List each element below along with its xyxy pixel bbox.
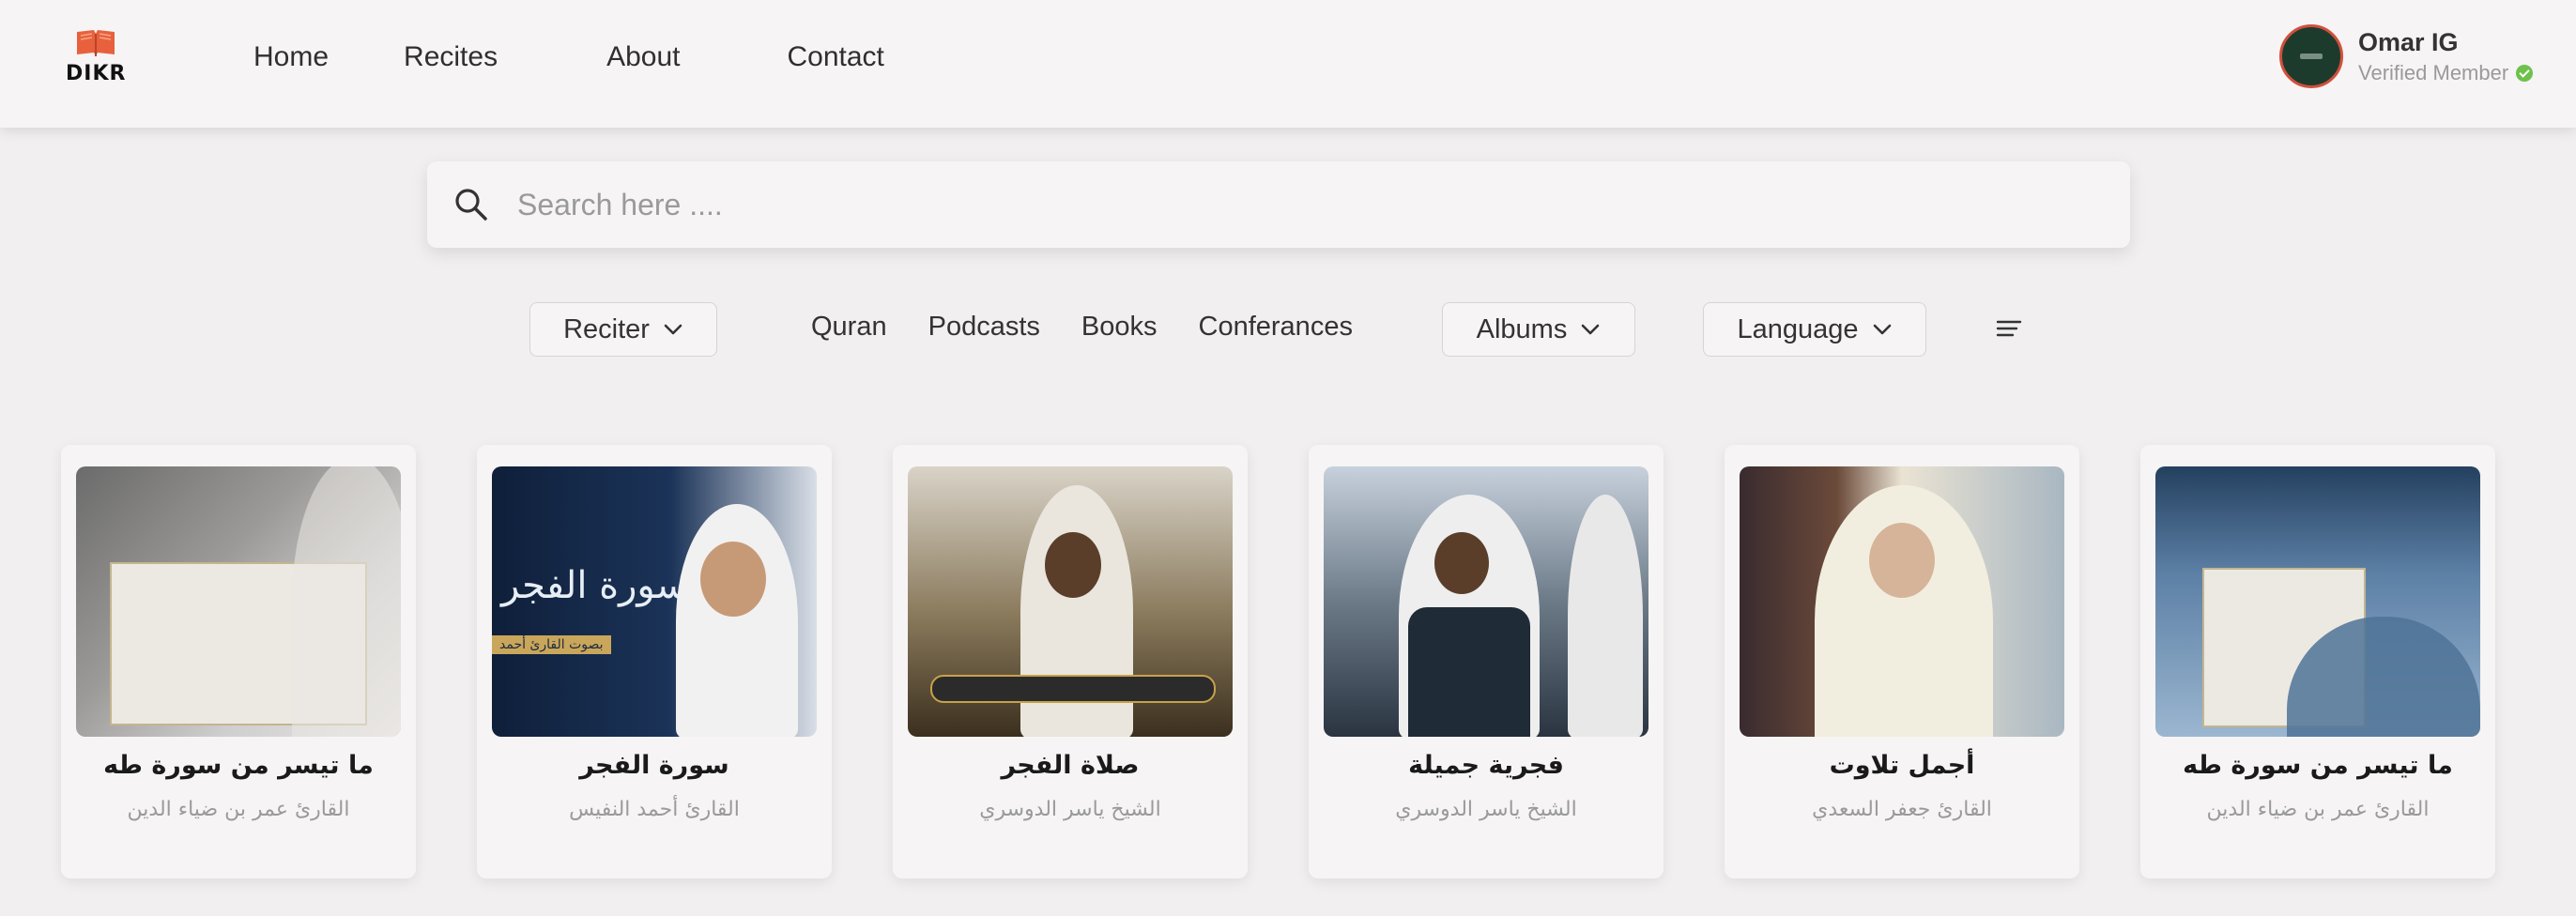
card-title: ما تيسر من سورة طه [2183, 751, 2453, 780]
recitation-card[interactable]: فجرية جميلة الشيخ ياسر الدوسري [1309, 445, 1664, 878]
category-books[interactable]: Books [1081, 312, 1158, 343]
card-title: أجمل تلاوت [1829, 751, 1975, 780]
reciter-dropdown-label: Reciter [563, 313, 650, 344]
logo-text: DIKR [66, 62, 127, 85]
card-thumbnail[interactable]: سورة الفجر بصوت القارئ أحمد [492, 466, 817, 737]
card-thumbnail[interactable] [908, 466, 1233, 737]
card-title: فجرية جميلة [1408, 751, 1564, 780]
main-nav: Home Recites About Contact [253, 41, 959, 73]
chevron-down-icon [664, 324, 682, 335]
verified-check-icon [2516, 64, 2534, 82]
thumb-caption: بصوت القارئ أحمد [492, 635, 611, 654]
category-podcasts[interactable]: Podcasts [928, 312, 1040, 343]
nav-about[interactable]: About [606, 41, 680, 73]
category-quran[interactable]: Quran [811, 312, 887, 343]
user-status: Verified Member [2358, 60, 2534, 85]
chevron-down-icon [1873, 324, 1891, 335]
user-status-label: Verified Member [2358, 60, 2509, 84]
card-subtitle: القارئ عمر بن ضياء الدين [127, 798, 350, 821]
category-links: Quran Podcasts Books Conferances [811, 312, 1394, 343]
card-subtitle: القارئ أحمد النفيس [569, 798, 740, 821]
thumb-title-text: سورة الفجر [501, 564, 688, 607]
language-dropdown-label: Language [1737, 313, 1859, 344]
recitation-card[interactable]: سورة الفجر بصوت القارئ أحمد سورة الفجر ا… [477, 445, 832, 878]
nav-recites[interactable]: Recites [404, 41, 498, 73]
sort-icon[interactable] [1994, 317, 2024, 340]
card-title: ما تيسر من سورة طه [103, 751, 374, 780]
recitation-card[interactable]: أجمل تلاوت القارئ جعفر السعدي [1725, 445, 2079, 878]
search-input[interactable] [515, 186, 2021, 223]
user-profile[interactable]: Omar IG Verified Member [2279, 24, 2534, 88]
book-logo-icon [77, 30, 115, 56]
search-bar [427, 161, 2130, 248]
card-thumbnail[interactable] [2155, 466, 2480, 737]
albums-dropdown[interactable]: Albums [1442, 302, 1635, 357]
top-header: DIKR Home Recites About Contact Omar IG … [0, 0, 2576, 128]
card-thumbnail[interactable] [1324, 466, 1648, 737]
card-title: سورة الفجر [579, 751, 729, 780]
logo[interactable]: DIKR [66, 28, 126, 85]
recitation-card[interactable]: صلاة الفجر الشيخ ياسر الدوسري [893, 445, 1248, 878]
category-conferances[interactable]: Conferances [1199, 312, 1353, 343]
card-subtitle: القارئ جعفر السعدي [1812, 798, 1992, 821]
reciter-dropdown[interactable]: Reciter [529, 302, 717, 357]
search-icon [455, 189, 487, 221]
avatar[interactable] [2279, 24, 2343, 88]
language-dropdown[interactable]: Language [1703, 302, 1926, 357]
albums-dropdown-label: Albums [1476, 313, 1568, 344]
nav-home[interactable]: Home [253, 41, 329, 73]
user-name: Omar IG [2358, 27, 2459, 56]
recitation-card[interactable]: ما تيسر من سورة طه القارئ عمر بن ضياء ال… [61, 445, 416, 878]
recitation-card[interactable]: ما تيسر من سورة طه القارئ عمر بن ضياء ال… [2140, 445, 2495, 878]
nav-contact[interactable]: Contact [787, 41, 883, 73]
card-title: صلاة الفجر [1001, 751, 1140, 780]
card-subtitle: القارئ عمر بن ضياء الدين [2206, 798, 2430, 821]
chevron-down-icon [1582, 324, 1600, 335]
card-thumbnail[interactable] [1740, 466, 2064, 737]
card-subtitle: الشيخ ياسر الدوسري [979, 798, 1161, 821]
card-thumbnail[interactable] [76, 466, 401, 737]
card-subtitle: الشيخ ياسر الدوسري [1395, 798, 1577, 821]
